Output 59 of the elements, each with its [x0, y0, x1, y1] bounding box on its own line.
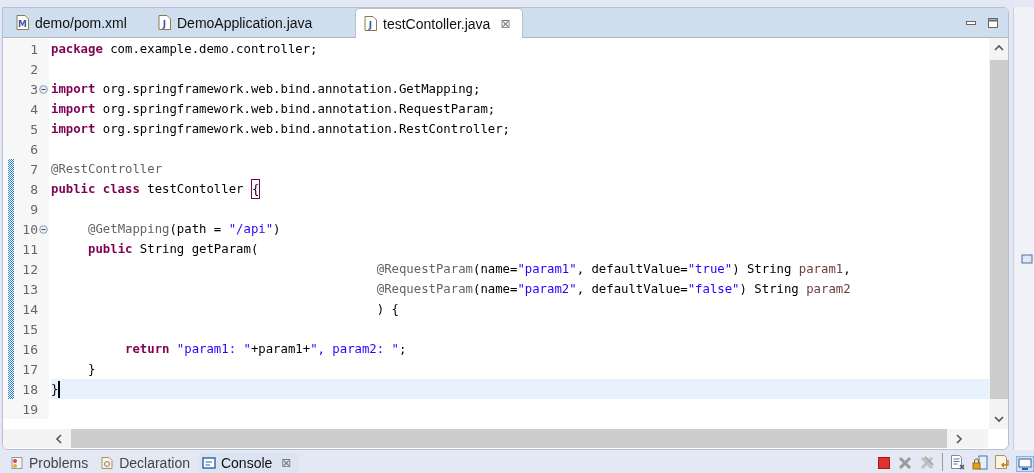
line-number: 7 [29, 161, 38, 177]
code-line: ) { [375, 301, 400, 318]
code-line: public class testContoller { [51, 179, 989, 199]
line-number: 11 [21, 241, 38, 257]
code-line: import org.springframework.web.bind.annotation.RequestParam; [51, 101, 497, 118]
word-wrap-icon[interactable] [994, 455, 1010, 470]
line-number: 6 [29, 141, 38, 157]
code-line: import org.springframework.web.bind.annotation.GetMapping; [51, 81, 482, 98]
line-number: 15 [21, 321, 38, 337]
lock-icon[interactable] [972, 455, 988, 470]
code-line: @GetMapping(path = "/api") [87, 221, 282, 238]
console-icon [201, 456, 216, 470]
file-icon: J [364, 16, 377, 31]
close-icon[interactable]: ⊠ [281, 456, 292, 470]
view-tab[interactable]: Console ⊠ [197, 453, 300, 473]
code-line: return "param1: "+param1+", param2: "; [124, 341, 408, 358]
collapse-icon[interactable] [39, 224, 48, 234]
scroll-up-icon[interactable] [993, 44, 1004, 52]
close-icon[interactable]: ⊠ [500, 16, 511, 31]
line-number: 13 [21, 281, 38, 297]
code-line: } [87, 361, 97, 378]
scroll-down-icon[interactable] [993, 415, 1004, 423]
code-line: @RequestParam(name="param2", defaultValue="false") String param2 [375, 281, 852, 298]
line-number: 12 [21, 261, 38, 277]
line-number: 1 [29, 41, 38, 57]
file-icon: J [158, 15, 171, 30]
line-number: 3 [29, 81, 38, 97]
monitor-icon[interactable] [1016, 456, 1034, 472]
code-line: import org.springframework.web.bind.annotation.RestController; [51, 121, 511, 138]
line-number: 9 [29, 201, 38, 217]
warning-list-icon [10, 456, 24, 470]
file-icon: M [16, 15, 29, 30]
editor-tab[interactable]: J testContoller.java ⊠ [355, 8, 524, 38]
clear-document-icon[interactable] [950, 455, 966, 470]
line-number: 18 [21, 381, 38, 397]
maximize-icon[interactable] [986, 16, 1000, 29]
editor-tab[interactable]: J DemoApplication.java [150, 8, 355, 37]
code-line: public String getParam( [87, 241, 260, 258]
stop-icon[interactable] [877, 456, 891, 470]
line-number: 8 [29, 181, 38, 197]
line-number: 19 [21, 401, 38, 417]
view-tab[interactable]: Problems [6, 453, 97, 473]
line-number: 16 [21, 341, 38, 357]
line-number: 4 [29, 101, 38, 117]
line-number: 10 [21, 221, 38, 237]
line-number: 2 [29, 61, 38, 77]
line-number: 17 [21, 361, 38, 377]
code-line: @RestController [51, 161, 164, 178]
document-icon [100, 456, 115, 470]
scroll-left-icon[interactable] [55, 433, 63, 444]
code-line: @RequestParam(name="param1", defaultValue="true") String param1, [375, 261, 852, 278]
scroll-right-icon[interactable] [955, 433, 963, 444]
editor-tab[interactable]: M demo/pom.xml [8, 8, 150, 37]
collapse-icon[interactable] [39, 84, 48, 94]
code-line: package com.example.demo.controller; [51, 41, 319, 58]
panel-icon[interactable] [1021, 252, 1033, 265]
view-tab[interactable]: Declaration [96, 453, 198, 473]
line-number: 14 [21, 301, 38, 317]
line-number: 5 [29, 121, 38, 137]
